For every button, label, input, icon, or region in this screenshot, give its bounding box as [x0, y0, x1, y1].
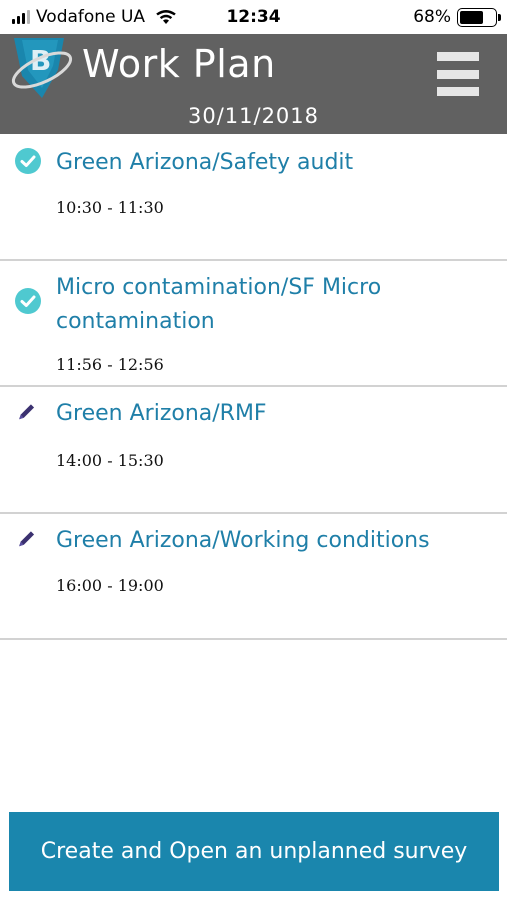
- app-header: B Work Plan 30/11/2018: [0, 34, 507, 134]
- hamburger-menu-icon[interactable]: [437, 52, 479, 96]
- plan-item-title: Green Arizona/RMF: [56, 401, 267, 426]
- check-circle-icon: [15, 148, 41, 174]
- status-bar: Vodafone UA 12:34 68%: [0, 0, 507, 34]
- check-circle-icon: [15, 288, 41, 314]
- plan-item-time: 16:00 - 19:00: [56, 576, 164, 595]
- plan-item-time: 11:56 - 12:56: [56, 355, 164, 374]
- create-unplanned-survey-button[interactable]: Create and Open an unplanned survey: [9, 812, 499, 891]
- plan-item-time: 14:00 - 15:30: [56, 451, 164, 470]
- app-logo-icon: B: [11, 38, 73, 98]
- battery-percent: 68%: [413, 7, 451, 27]
- status-right: 68%: [413, 7, 501, 27]
- plan-item-title: Micro contamination/SF Micro contaminati…: [56, 275, 382, 334]
- plan-item-title: Green Arizona/Safety audit: [56, 150, 354, 175]
- page-title: Work Plan: [82, 42, 276, 86]
- battery-fill: [460, 10, 484, 24]
- plan-item-time: 10:30 - 11:30: [56, 198, 164, 217]
- plan-item[interactable]: Green Arizona/Safety audit 10:30 - 11:30: [0, 134, 507, 261]
- plan-list: Green Arizona/Safety audit 10:30 - 11:30…: [0, 134, 507, 640]
- pencil-icon: [19, 531, 35, 547]
- battery-icon: [457, 7, 501, 27]
- plan-item[interactable]: Green Arizona/Working conditions 16:00 -…: [0, 514, 507, 640]
- plan-item[interactable]: Green Arizona/RMF 14:00 - 15:30: [0, 387, 507, 514]
- plan-item-title: Green Arizona/Working conditions: [56, 528, 430, 553]
- plan-item[interactable]: Micro contamination/SF Micro contaminati…: [0, 261, 507, 387]
- pencil-icon: [19, 404, 35, 420]
- plan-date: 30/11/2018: [187, 104, 320, 128]
